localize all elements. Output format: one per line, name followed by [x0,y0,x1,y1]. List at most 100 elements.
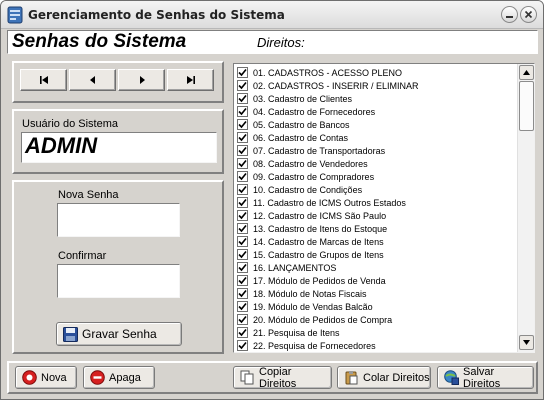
rights-checkbox[interactable] [237,223,248,234]
rights-item-label: 20. Módulo de Pedidos de Compra [253,314,393,325]
action-bar: Nova Apaga Copiar Direitos Colar Direito… [7,361,538,394]
copy-rights-button[interactable]: Copiar Direitos [233,366,332,390]
rights-list-item[interactable]: 22. Pesquisa de Fornecedores [237,339,517,352]
rights-checkbox[interactable] [237,184,248,195]
rights-scrollbar[interactable] [517,64,534,352]
rights-item-label: 06. Cadastro de Contas [253,132,349,143]
copy-icon [240,370,255,385]
previous-record-button[interactable] [69,69,116,91]
rights-item-label: 03. Cadastro de Clientes [253,93,353,104]
rights-item-label: 12. Cadastro de ICMS São Paulo [253,210,387,221]
clipboard-icon [344,370,359,385]
rights-list-item[interactable]: 16. LANÇAMENTOS [237,261,517,274]
save-rights-button[interactable]: Salvar Direitos [437,366,534,390]
scroll-up-button[interactable] [519,65,534,80]
rights-checkbox[interactable] [237,119,248,130]
rights-checkbox[interactable] [237,67,248,78]
skip-last-icon [186,76,195,84]
rights-list-item[interactable]: 13. Cadastro de Itens do Estoque [237,222,517,235]
paste-rights-button[interactable]: Colar Direitos [337,366,431,389]
rights-checkbox[interactable] [237,314,248,325]
title-bar[interactable]: Gerenciamento de Senhas do Sistema [1,1,543,29]
rights-checkbox[interactable] [237,171,248,182]
rights-list-item[interactable]: 08. Cadastro de Vendedores [237,157,517,170]
rights-item-label: 02. CADASTROS - INSERIR / ELIMINAR [253,80,419,91]
scroll-down-button[interactable] [519,335,534,350]
close-button[interactable] [520,6,537,23]
rights-list-item[interactable]: 02. CADASTROS - INSERIR / ELIMINAR [237,79,517,92]
rights-item-label: 13. Cadastro de Itens do Estoque [253,223,388,234]
new-password-field[interactable] [57,203,180,237]
rights-list-item[interactable]: 20. Módulo de Pedidos de Compra [237,313,517,326]
rights-list-item[interactable]: 09. Cadastro de Compradores [237,170,517,183]
rights-list-item[interactable]: 19. Módulo de Vendas Balcão [237,300,517,313]
rights-list-item[interactable]: 11. Cadastro de ICMS Outros Estados [237,196,517,209]
rights-list-item[interactable]: 12. Cadastro de ICMS São Paulo [237,209,517,222]
rights-item-label: 18. Módulo de Notas Fiscais [253,288,367,299]
rights-item-label: 04. Cadastro de Fornecedores [253,106,376,117]
confirm-password-label: Confirmar [58,250,107,262]
rights-item-label: 09. Cadastro de Compradores [253,171,375,182]
rights-list-item[interactable]: 06. Cadastro de Contas [237,131,517,144]
rights-checkbox[interactable] [237,197,248,208]
rights-item-label: 01. CADASTROS - ACESSO PLENO [253,67,403,78]
rights-list-item[interactable]: 18. Módulo de Notas Fiscais [237,287,517,300]
arrow-down-icon [523,340,530,345]
next-record-button[interactable] [118,69,165,91]
password-manager-window: Gerenciamento de Senhas do Sistema Senha… [0,0,544,400]
page-title: Senhas do Sistema [12,31,187,52]
user-value: ADMIN [25,133,98,158]
delete-icon [90,370,105,385]
user-group: Usuário do Sistema ADMIN [12,109,224,174]
rights-checkbox[interactable] [237,327,248,338]
rights-checkbox[interactable] [237,340,248,351]
delete-button[interactable]: Apaga [83,366,155,389]
rights-heading: Direitos: [257,35,305,50]
last-record-button[interactable] [167,69,214,91]
arrow-up-icon [523,70,530,75]
save-password-button[interactable]: Gravar Senha [56,322,182,346]
rights-list-item[interactable]: 14. Cadastro de Marcas de Itens [237,235,517,248]
rights-list-item[interactable]: 05. Cadastro de Bancos [237,118,517,131]
rights-checkbox[interactable] [237,275,248,286]
new-icon [22,370,37,385]
rights-checkbox[interactable] [237,80,248,91]
rights-item-label: 14. Cadastro de Marcas de Itens [253,236,384,247]
rights-item-label: 21. Pesquisa de Itens [253,327,340,338]
prev-icon [89,76,95,84]
skip-first-icon [39,76,48,84]
new-button[interactable]: Nova [15,366,77,389]
rights-checkbox[interactable] [237,132,248,143]
rights-item-label: 08. Cadastro de Vendedores [253,158,368,169]
rights-checkbox[interactable] [237,158,248,169]
rights-checkbox[interactable] [237,301,248,312]
rights-list-item[interactable]: 04. Cadastro de Fornecedores [237,105,517,118]
confirm-password-field[interactable] [57,264,180,298]
rights-checkbox[interactable] [237,249,248,260]
rights-checkbox[interactable] [237,236,248,247]
rights-checkbox[interactable] [237,93,248,104]
rights-list-item[interactable]: 15. Cadastro de Grupos de Itens [237,248,517,261]
rights-checkbox[interactable] [237,106,248,117]
minimize-icon [506,16,513,18]
floppy-disk-icon [63,326,78,342]
first-record-button[interactable] [20,69,67,91]
rights-checkbox[interactable] [237,288,248,299]
minimize-button[interactable] [501,6,518,23]
scroll-thumb[interactable] [519,81,534,131]
rights-list-item[interactable]: 10. Cadastro de Condições [237,183,517,196]
rights-checkbox[interactable] [237,262,248,273]
rights-list[interactable]: 01. CADASTROS - ACESSO PLENO 02. CADASTRO… [233,63,535,353]
rights-list-item[interactable]: 03. Cadastro de Clientes [237,92,517,105]
rights-list-item[interactable]: 17. Módulo de Pedidos de Venda [237,274,517,287]
rights-item-label: 19. Módulo de Vendas Balcão [253,301,373,312]
rights-list-item[interactable]: 07. Cadastro de Transportadoras [237,144,517,157]
user-field[interactable]: ADMIN [21,132,217,163]
rights-checkbox[interactable] [237,210,248,221]
rights-item-label: 16. LANÇAMENTOS [253,262,337,273]
rights-list-item[interactable]: 21. Pesquisa de Itens [237,326,517,339]
rights-checkbox[interactable] [237,145,248,156]
header-bar: Senhas do Sistema Direitos: [7,30,538,54]
rights-list-item[interactable]: 01. CADASTROS - ACESSO PLENO [237,66,517,79]
save-rights-icon [444,370,459,385]
